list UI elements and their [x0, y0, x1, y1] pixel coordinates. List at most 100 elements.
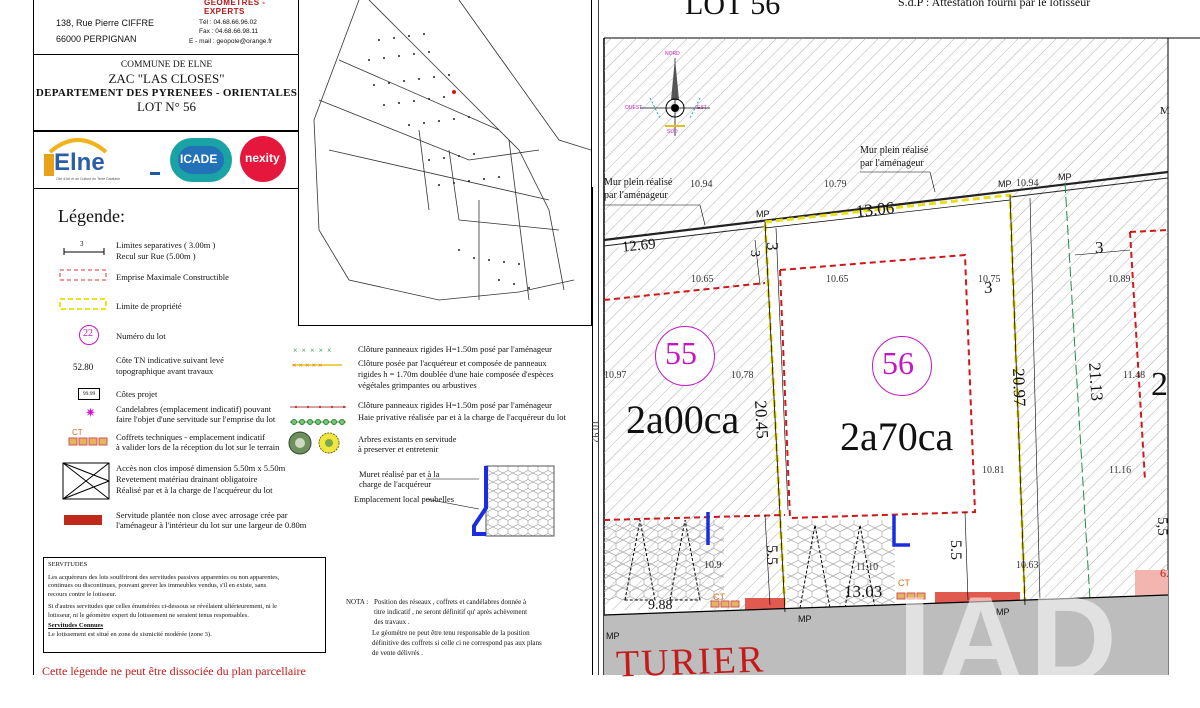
dim-12-69: 12.69 — [621, 236, 657, 256]
nota-line-4: Le géomètre ne peut être tenu responsabl… — [372, 629, 530, 637]
address-line-2: 66000 PERPIGNAN — [56, 34, 137, 44]
lot-number-symbol: 22 — [79, 325, 99, 345]
level-10-89: 10.89 — [1108, 274, 1131, 285]
dim-3-d: 3 — [1095, 238, 1104, 257]
partial-label-m: M — [1160, 105, 1170, 117]
compass-south: SUD — [667, 129, 678, 135]
nota-line-5: définitive des coffrets si celle ci ne c… — [372, 639, 542, 647]
cote-sample: 52.80 — [73, 362, 94, 372]
zac-name: ZAC "LAS CLOSES" — [108, 71, 225, 86]
servitudes-p2b: lotisseur, ni le géomètre expert du loti… — [48, 611, 249, 619]
legend-cand-2: faire l'objet d'une servitude sur l'empr… — [116, 414, 276, 424]
level-10-9x: 10.9 — [704, 560, 722, 571]
mp-label-4: MP — [606, 631, 620, 641]
icade-logo: ICADE — [170, 138, 232, 182]
level-11-10: 11.10 — [856, 562, 879, 573]
fax: Fax : 04.68.66.98.11 — [199, 28, 259, 35]
level-10-65-b: 10.65 — [826, 274, 849, 285]
coffret-ct-label: CT — [72, 428, 83, 437]
iad-watermark: IAD — [898, 572, 1123, 706]
level-10-94-a: 10.94 — [690, 179, 713, 190]
department-name: DEPARTEMENT DES PYRENEES - ORIENTALES — [35, 87, 298, 99]
nota-label: NOTA : — [346, 598, 369, 606]
dim-21-13: 21.13 — [1085, 362, 1107, 402]
servitudes-p1b: continues ou discontinues, pouvant greve… — [48, 582, 267, 589]
legend-limites-2: Recul sur Rue (5.00m ) — [116, 251, 196, 261]
level-10-94-b: 10.94 — [1016, 178, 1039, 189]
mp-label-5: MP — [798, 614, 812, 624]
dim-20-45: 20.45 — [751, 400, 773, 440]
servitudes-title: SERVITUDES — [48, 561, 88, 568]
mp-label-1: MP — [756, 209, 770, 219]
legend-muret-2: charge de l'acquéreur — [359, 479, 432, 489]
legend-serv-1: Servitude plantée non close avec arrosag… — [116, 510, 288, 520]
location-map — [313, 0, 592, 301]
legend-coffret-1: Coffrets techniques - emplacement indica… — [116, 432, 266, 442]
legend-numero: Numéro du lot — [116, 331, 166, 341]
nota-line-6: de vente délivrés . — [372, 649, 423, 657]
servitudes-box: SERVITUDES Les acquéreurs des lots souff… — [43, 557, 326, 653]
lot-55-number: 55 — [665, 335, 697, 371]
nota-line-2: titre indicatif , ne seront définitif qu… — [374, 608, 528, 616]
compass-north: NORD — [665, 51, 680, 57]
legend-haie: Haie privative réalisée par et à la char… — [358, 412, 566, 422]
cloture-1-symbol: ××××× — [293, 346, 336, 355]
mur-label-1a: Mur plein réalisé — [604, 177, 673, 188]
legend-emprise: Emprise Maximale Constructible — [116, 272, 229, 282]
servitudes-p3: Le lotissement est situé en zone de sism… — [48, 630, 212, 638]
mp-label-2: MP — [998, 179, 1012, 189]
cote-projet-symbol: 99.99 — [78, 388, 100, 400]
coffret-icon-1 — [710, 600, 740, 608]
level-10-79: 10.79 — [824, 179, 847, 190]
mur-label-1b: par l'aménageur — [604, 190, 668, 201]
servitude-plantee-symbol — [64, 515, 102, 525]
cloture-3-symbol — [290, 405, 346, 425]
legend-cloture-2b: rigides h = 1.70m doublée d'une haie com… — [358, 369, 554, 379]
dim-20-97: 20.97 — [1009, 368, 1030, 407]
plan-title: LOT 56 — [685, 0, 781, 21]
svg-text:× × × × ×: × × × × × — [292, 361, 323, 370]
dim-9-88: 9.88 — [648, 598, 673, 613]
compass-east: EST — [697, 105, 707, 111]
limit-sample: 3 — [80, 240, 84, 248]
logos-box: Elne Cité d'Art et de Culture en Terre C… — [33, 130, 300, 189]
legend-arbres-1: Arbres existants en servitude — [358, 434, 457, 444]
legend-panel: GEOMETRES - EXPERTS 138, Rue Pierre CIFF… — [0, 0, 597, 678]
dim-5-5-a: 5.5 — [947, 540, 964, 560]
legend-leader-lines — [425, 478, 480, 510]
level-10-65-a: 10.65 — [691, 274, 714, 285]
plan-sdp: S.d.P : Attestation fourni par le lotiss… — [898, 0, 1091, 9]
candelabre-icon: ✷ — [85, 405, 96, 420]
project-box: COMMUNE DE ELNE ZAC "LAS CLOSES" DEPARTE… — [33, 54, 300, 132]
dim-3-b: 3 — [747, 250, 762, 257]
company-subtitle: GEOMETRES - EXPERTS — [204, 0, 266, 16]
mur-label-2a: Mur plein réalisé — [860, 145, 929, 156]
nexity-logo-text: nexity — [245, 151, 280, 165]
email: E - mail : geopole@orange.fr — [189, 38, 273, 45]
street-name: TURIER — [615, 638, 766, 686]
compass-west: OUEST — [625, 105, 643, 111]
level-10-75: 10.75 — [978, 274, 1001, 285]
nexity-logo: nexity — [240, 136, 286, 182]
legend-title: Légende: — [58, 206, 125, 226]
legend-cloture-2c: végétales grimpantes ou arbustives — [358, 380, 477, 390]
lot-56-number: 56 — [882, 345, 914, 381]
nota-line-1: Position des réseaux , coffrets et candé… — [374, 598, 527, 606]
elne-tagline: Cité d'Art et de Culture en Terre Catala… — [56, 177, 121, 181]
emprise-symbol — [59, 269, 107, 281]
commune-name: COMMUNE DE ELNE — [120, 60, 213, 70]
cloture-2-symbol: × × × × × — [292, 361, 342, 370]
level-10-78: 10.78 — [731, 370, 754, 381]
lot-number-sample: 22 — [83, 328, 93, 339]
servitudes-p1c: recours contre le lotisseur. — [48, 590, 117, 598]
address-line-1: 138, Rue Pierre CIFFRE — [56, 18, 155, 28]
lot-56-area: 2a70ca — [840, 414, 954, 459]
partial-label-6: 6. — [1160, 566, 1169, 580]
legend-cloture-2a: Clôture posée par l'acquéreur et composé… — [358, 358, 547, 368]
level-10-81: 10.81 — [982, 465, 1005, 476]
legend-limites-1: Limites separatives ( 3.00m ) — [116, 240, 216, 250]
legend-acces-1: Accès non clos imposé dimension 5.50m x … — [116, 463, 286, 473]
dim-13-06: 13.06 — [855, 198, 896, 221]
company-header: GEOMETRES - EXPERTS 138, Rue Pierre CIFF… — [33, 0, 300, 55]
level-10-92: 10.92 — [589, 420, 600, 443]
